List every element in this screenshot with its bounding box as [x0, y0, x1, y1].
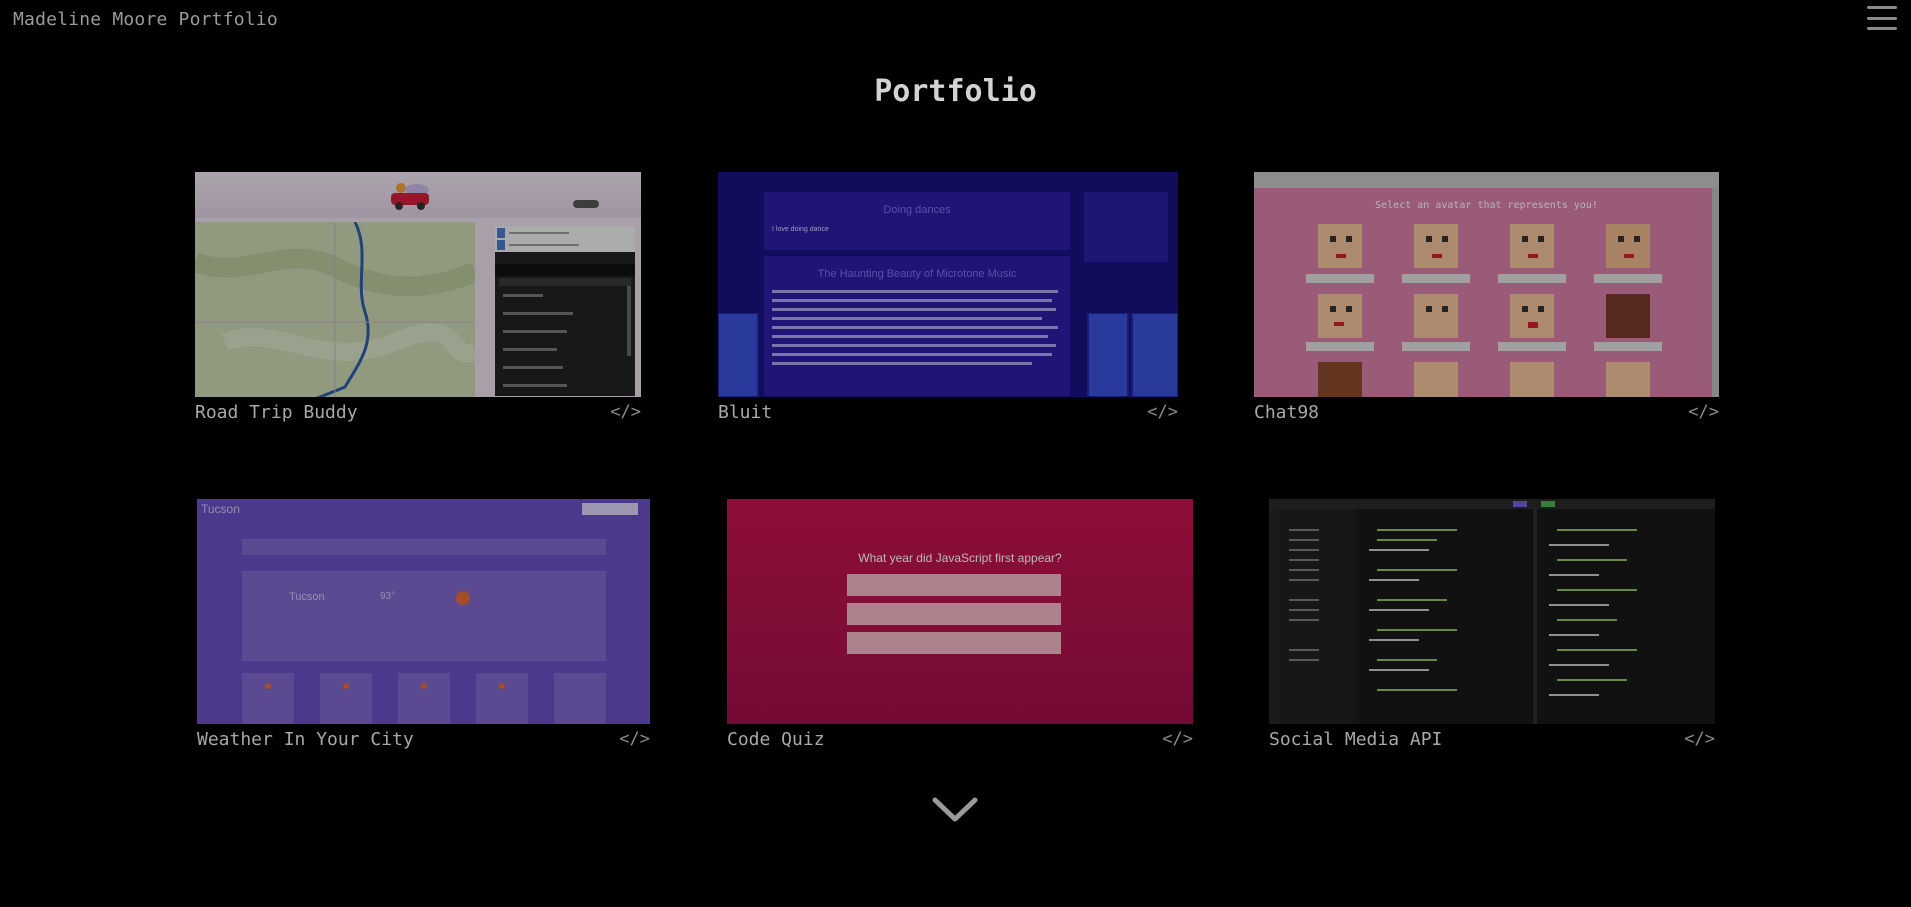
forecast-card	[398, 673, 450, 724]
preview-city: Tucson	[289, 591, 325, 603]
page-title: Portfolio	[874, 74, 1037, 109]
hamburger-icon	[1867, 6, 1897, 9]
forecast-card	[320, 673, 372, 724]
project-title[interactable]: Social Media API	[1269, 729, 1442, 750]
preview-post-body: I love doing dance	[772, 226, 829, 233]
project-title[interactable]: Weather In Your City	[197, 729, 414, 750]
hamburger-icon-bar	[1867, 16, 1897, 20]
preview-post-title: The Haunting Beauty of Microtone Music	[817, 268, 1017, 280]
project-thumbnail[interactable]: Tucson Tucson 93°	[197, 499, 650, 724]
code-icon[interactable]: </>	[1147, 402, 1178, 422]
project-title[interactable]: Road Trip Buddy	[195, 402, 358, 423]
code-icon[interactable]: </>	[610, 402, 641, 422]
project-card-bluit: Doing dances I love doing dance The Haun…	[718, 172, 1178, 427]
project-card-code-quiz: What year did JavaScript first appear? C…	[727, 499, 1193, 754]
project-card-weather: Tucson Tucson 93° Weather In Your City <…	[197, 499, 650, 754]
preview-answer-option	[847, 574, 1061, 596]
preview-sidebar	[1084, 192, 1168, 262]
hamburger-menu-button[interactable]	[1867, 6, 1897, 30]
project-title[interactable]: Bluit	[718, 402, 772, 423]
preview-post-title: Doing dances	[883, 204, 951, 216]
preview-search	[582, 503, 638, 515]
project-thumbnail[interactable]: Select an avatar that represents you!	[1254, 172, 1719, 397]
code-icon[interactable]: </>	[1688, 402, 1719, 422]
code-icon[interactable]: </>	[1162, 729, 1193, 749]
toggle-switch	[573, 200, 599, 208]
sun-icon	[499, 683, 505, 689]
project-card-chat98: Select an avatar that represents you! Ch…	[1254, 172, 1719, 427]
route-map	[195, 221, 479, 397]
project-title[interactable]: Code Quiz	[727, 729, 825, 750]
sun-icon	[265, 683, 271, 689]
preview-temp: 93°	[380, 591, 396, 602]
hamburger-icon-bar	[1867, 27, 1897, 30]
site-title[interactable]: Madeline Moore Portfolio	[13, 9, 278, 30]
avatar-grid	[1306, 188, 1719, 397]
car-logo-icon	[391, 183, 429, 210]
project-title[interactable]: Chat98	[1254, 402, 1319, 423]
project-thumbnail[interactable]: Doing dances I love doing dance The Haun…	[718, 172, 1178, 397]
forecast-card	[242, 673, 294, 724]
preview-city-title: Tucson	[201, 502, 240, 516]
forecast-card	[554, 673, 606, 724]
piano-keys-graphic	[718, 313, 1178, 397]
project-card-social-media-api: Social Media API </>	[1269, 499, 1715, 754]
route-inputs	[495, 226, 635, 252]
forecast-card	[476, 673, 528, 724]
code-icon[interactable]: </>	[1684, 729, 1715, 749]
sun-icon	[421, 683, 427, 689]
sun-icon	[456, 591, 470, 605]
chevron-down-icon[interactable]	[930, 795, 980, 825]
preview-post	[764, 192, 1070, 250]
project-card-road-trip-buddy: Road Trip Buddy </>	[195, 172, 641, 427]
preview-answer-option	[847, 603, 1061, 625]
project-thumbnail[interactable]	[1269, 499, 1715, 724]
code-icon[interactable]: </>	[619, 729, 650, 749]
preview-answer-option	[847, 632, 1061, 654]
project-thumbnail[interactable]	[195, 172, 641, 397]
preview-nav	[242, 539, 606, 555]
project-thumbnail[interactable]: What year did JavaScript first appear?	[727, 499, 1193, 724]
sun-icon	[343, 683, 349, 689]
api-client-screenshot	[1269, 499, 1715, 724]
preview-question: What year did JavaScript first appear?	[858, 551, 1062, 565]
preview-current-weather	[242, 571, 606, 661]
